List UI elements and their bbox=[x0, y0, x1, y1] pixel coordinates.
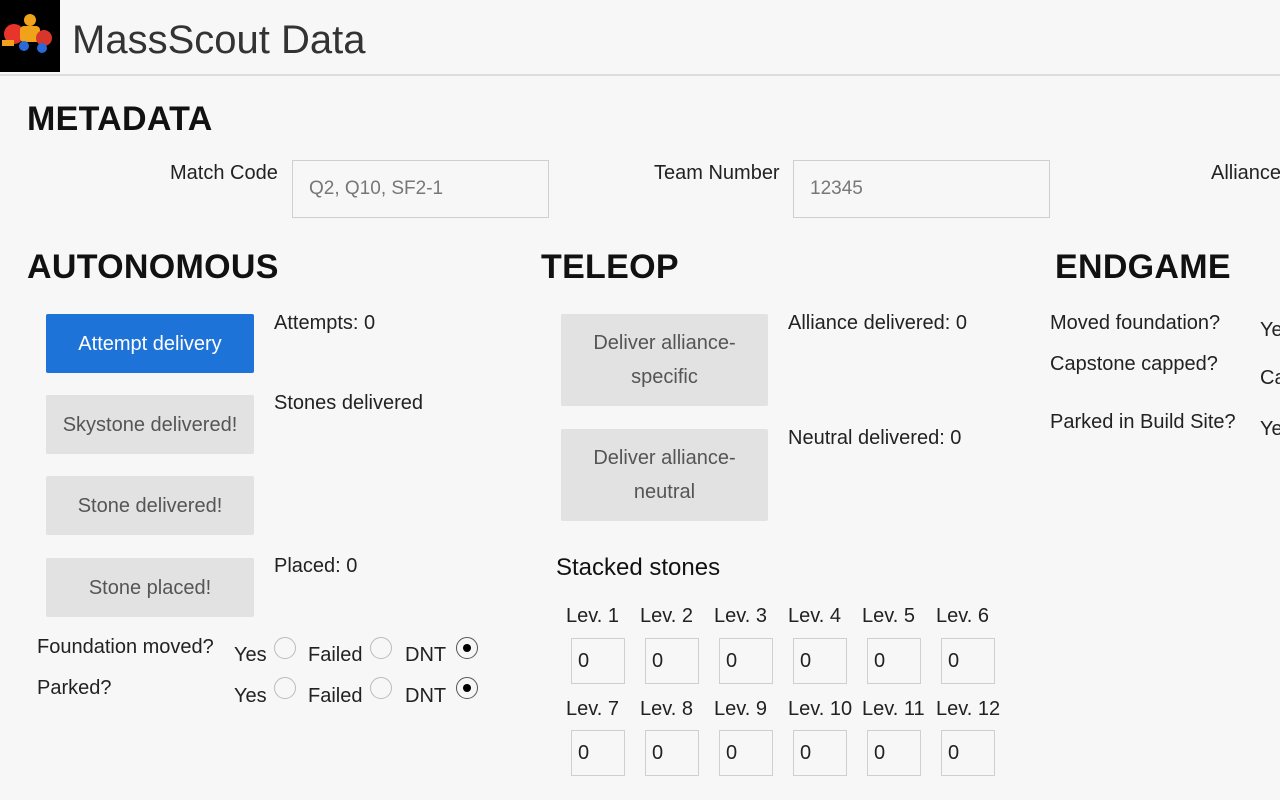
level-1-label: Lev. 1 bbox=[566, 605, 619, 627]
level-11-label: Lev. 11 bbox=[862, 698, 925, 720]
stones-delivered-label: Stones delivered bbox=[274, 392, 423, 414]
level-3-input[interactable] bbox=[719, 638, 773, 684]
foundation-dnt-radio[interactable] bbox=[456, 637, 478, 659]
app-logo-icon bbox=[0, 0, 60, 72]
deliver-alliance-specific-button[interactable]: Deliver alliance-specific bbox=[561, 314, 768, 406]
foundation-failed-radio[interactable] bbox=[370, 637, 392, 659]
foundation-dnt-label: DNT bbox=[405, 644, 447, 666]
parked-build-site-label: Parked in Build Site? bbox=[1050, 411, 1236, 433]
level-9-label: Lev. 9 bbox=[714, 698, 767, 720]
skystone-delivered-button[interactable]: Skystone delivered! bbox=[46, 395, 254, 454]
level-6-input[interactable] bbox=[941, 638, 995, 684]
parked-failed-radio[interactable] bbox=[370, 677, 392, 699]
foundation-yes-radio[interactable] bbox=[274, 637, 296, 659]
level-8-input[interactable] bbox=[645, 730, 699, 776]
level-4-input[interactable] bbox=[793, 638, 847, 684]
level-10-label: Lev. 10 bbox=[788, 698, 853, 720]
neutral-delivered-counter: Neutral delivered: 0 bbox=[788, 427, 962, 449]
level-3-label: Lev. 3 bbox=[714, 605, 767, 627]
placed-counter: Placed: 0 bbox=[274, 555, 358, 577]
capstone-capped-option[interactable]: Ca bbox=[1260, 366, 1280, 390]
level-7-input[interactable] bbox=[571, 730, 625, 776]
foundation-moved-label: Foundation moved? bbox=[37, 636, 214, 658]
capstone-capped-label: Capstone capped? bbox=[1050, 353, 1218, 375]
level-10-input[interactable] bbox=[793, 730, 847, 776]
alliance-delivered-counter: Alliance delivered: 0 bbox=[788, 312, 967, 334]
level-5-input[interactable] bbox=[867, 638, 921, 684]
foundation-failed-label: Failed bbox=[308, 644, 363, 666]
stone-placed-button[interactable]: Stone placed! bbox=[46, 558, 254, 617]
app-title: MassScout Data bbox=[72, 18, 366, 62]
level-7-label: Lev. 7 bbox=[566, 698, 619, 720]
parked-dnt-radio[interactable] bbox=[456, 677, 478, 699]
parked-yes-radio[interactable] bbox=[274, 677, 296, 699]
level-12-label: Lev. 12 bbox=[936, 698, 1001, 720]
parked-dnt-label: DNT bbox=[405, 685, 447, 707]
level-2-label: Lev. 2 bbox=[640, 605, 693, 627]
parked-yes-label: Yes bbox=[234, 685, 267, 707]
team-number-input[interactable] bbox=[793, 160, 1050, 218]
level-2-input[interactable] bbox=[645, 638, 699, 684]
autonomous-title: AUTONOMOUS bbox=[27, 248, 279, 286]
metadata-title: METADATA bbox=[27, 100, 213, 138]
level-5-label: Lev. 5 bbox=[862, 605, 915, 627]
level-12-input[interactable] bbox=[941, 730, 995, 776]
endgame-title: ENDGAME bbox=[1055, 248, 1231, 286]
foundation-yes-label: Yes bbox=[234, 644, 267, 666]
level-8-label: Lev. 8 bbox=[640, 698, 693, 720]
match-code-input[interactable] bbox=[292, 160, 549, 218]
stone-delivered-button[interactable]: Stone delivered! bbox=[46, 476, 254, 535]
moved-foundation-yes-option[interactable]: Ye bbox=[1260, 318, 1280, 342]
moved-foundation-label: Moved foundation? bbox=[1050, 312, 1221, 334]
attempt-delivery-button[interactable]: Attempt delivery bbox=[46, 314, 254, 373]
level-9-input[interactable] bbox=[719, 730, 773, 776]
level-4-label: Lev. 4 bbox=[788, 605, 841, 627]
alliance-label: Alliance bbox=[1211, 162, 1280, 184]
teleop-title: TELEOP bbox=[541, 248, 679, 286]
stacked-stones-title: Stacked stones bbox=[556, 554, 721, 581]
parked-label: Parked? bbox=[37, 677, 112, 699]
parked-failed-label: Failed bbox=[308, 685, 363, 707]
parked-build-site-yes-option[interactable]: Ye bbox=[1260, 417, 1280, 441]
match-code-label: Match Code bbox=[170, 162, 278, 184]
app-header: MassScout Data bbox=[0, 0, 1280, 76]
level-1-input[interactable] bbox=[571, 638, 625, 684]
deliver-alliance-neutral-button[interactable]: Deliver alliance-neutral bbox=[561, 429, 768, 521]
team-number-label: Team Number bbox=[654, 162, 780, 184]
level-11-input[interactable] bbox=[867, 730, 921, 776]
attempts-counter: Attempts: 0 bbox=[274, 312, 376, 334]
level-6-label: Lev. 6 bbox=[936, 605, 989, 627]
